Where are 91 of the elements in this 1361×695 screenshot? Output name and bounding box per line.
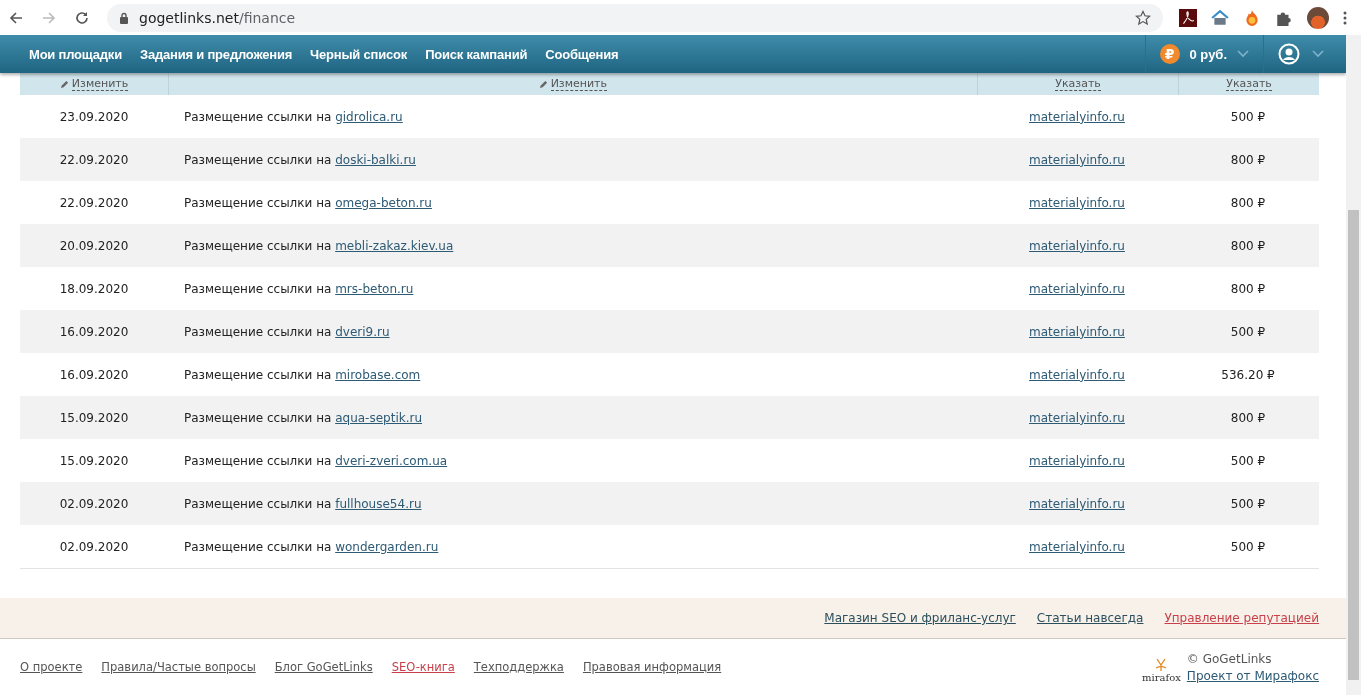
footer-link[interactable]: О проекте xyxy=(20,660,83,674)
platform-link[interactable]: materialyinfo.ru xyxy=(1029,410,1125,425)
edit-link[interactable]: Изменить xyxy=(550,77,607,91)
footer-link[interactable]: Техподдержка xyxy=(473,660,564,674)
copyright-text: © GoGetLinks xyxy=(1186,651,1273,666)
site-link[interactable]: dveri-zveri.com.ua xyxy=(335,453,448,468)
description-text: Размещение ссылки на xyxy=(184,324,332,339)
platform-link[interactable]: materialyinfo.ru xyxy=(1029,195,1125,210)
date-cell-text: 20.09.2020 xyxy=(58,238,130,253)
date-cell-text: 23.09.2020 xyxy=(58,109,130,124)
platform-link[interactable]: materialyinfo.ru xyxy=(1029,539,1125,554)
date-cell-text: 15.09.2020 xyxy=(58,453,130,468)
footer-link[interactable]: Правовая информация xyxy=(582,660,722,674)
ruble-icon: ₽ xyxy=(1159,44,1180,64)
footer-link[interactable]: SEO-книга xyxy=(391,660,455,674)
profile-avatar[interactable] xyxy=(1307,6,1329,29)
site-link[interactable]: aqua-septik.ru xyxy=(335,410,423,425)
platform-link[interactable]: materialyinfo.ru xyxy=(1029,496,1125,511)
amount-cell-text: 800 ₽ xyxy=(1229,281,1267,296)
site-link[interactable]: omega-beton.ru xyxy=(335,195,432,210)
site-link[interactable]: dveri9.ru xyxy=(335,324,390,339)
promo-link[interactable]: Управление репутацией xyxy=(1164,611,1319,625)
specify-link[interactable]: Указать xyxy=(1055,77,1101,91)
amount-cell-text: 500 ₽ xyxy=(1229,324,1267,339)
lock-icon xyxy=(119,11,129,24)
pencil-icon xyxy=(59,79,69,89)
platform-link[interactable]: materialyinfo.ru xyxy=(1029,109,1125,124)
site-link[interactable]: mebli-zakaz.kiev.ua xyxy=(335,238,454,253)
specify-link[interactable]: Указать xyxy=(1226,77,1272,91)
description-text: Размещение ссылки на xyxy=(184,453,332,468)
description-text: Размещение ссылки на xyxy=(184,109,332,124)
date-cell-text: 15.09.2020 xyxy=(58,410,130,425)
amount-cell-text: 536.20 ₽ xyxy=(1220,367,1276,382)
date-cell-text: 02.09.2020 xyxy=(58,496,130,511)
amount-cell-text: 500 ₽ xyxy=(1229,539,1267,554)
mirafox-link[interactable]: Проект от Мирафокс xyxy=(1186,668,1319,683)
site-link[interactable]: wondergarden.ru xyxy=(335,539,439,554)
menu-icon[interactable] xyxy=(1343,9,1347,26)
reload-icon[interactable] xyxy=(74,9,90,26)
platform-link[interactable]: materialyinfo.ru xyxy=(1029,152,1125,167)
user-icon[interactable] xyxy=(1278,43,1300,65)
pencil-icon xyxy=(538,79,548,89)
scrollbar[interactable] xyxy=(1346,35,1361,695)
pdf-icon[interactable] xyxy=(1179,8,1197,27)
site-link[interactable]: doski-balki.ru xyxy=(335,152,416,167)
address-bar[interactable]: gogetlinks.net/finance xyxy=(107,3,1163,32)
description-text: Размещение ссылки на xyxy=(184,195,332,210)
date-cell-text: 16.09.2020 xyxy=(58,367,130,382)
date-cell-text: 22.09.2020 xyxy=(58,152,130,167)
description-text: Размещение ссылки на xyxy=(184,152,332,167)
nav-item[interactable]: Сообщения xyxy=(536,46,628,62)
nav-item[interactable]: Задания и предложения xyxy=(130,46,302,62)
platform-link[interactable]: materialyinfo.ru xyxy=(1029,238,1125,253)
back-icon[interactable] xyxy=(8,9,24,26)
description-text: Размещение ссылки на xyxy=(184,281,332,296)
description-text: Размещение ссылки на xyxy=(184,539,332,554)
site-link[interactable]: gidrolica.ru xyxy=(335,109,403,124)
amount-cell-text: 500 ₽ xyxy=(1229,453,1267,468)
house-icon[interactable] xyxy=(1211,8,1229,27)
description-text: Размещение ссылки на xyxy=(184,410,332,425)
date-cell-text: 18.09.2020 xyxy=(58,281,130,296)
amount-cell-text: 500 ₽ xyxy=(1229,496,1267,511)
nav-item[interactable]: Мои площадки xyxy=(20,46,131,62)
nav-item[interactable]: Поиск кампаний xyxy=(416,46,537,62)
platform-link[interactable]: materialyinfo.ru xyxy=(1029,453,1125,468)
footer-link[interactable]: Блог GoGetLinks xyxy=(274,660,373,674)
footer-link[interactable]: Правила/Частые вопросы xyxy=(101,660,256,674)
date-cell-text: 22.09.2020 xyxy=(58,195,130,210)
platform-link[interactable]: materialyinfo.ru xyxy=(1029,324,1125,339)
amount-cell-text: 800 ₽ xyxy=(1229,152,1267,167)
date-cell-text: 16.09.2020 xyxy=(58,324,130,339)
site-link[interactable]: mrs-beton.ru xyxy=(335,281,414,296)
description-text: Размещение ссылки на xyxy=(184,496,332,511)
amount-cell-text: 800 ₽ xyxy=(1229,195,1267,210)
promo-link[interactable]: Магазин SEO и фриланс-услуг xyxy=(824,611,1016,625)
amount-cell-text: 800 ₽ xyxy=(1229,238,1267,253)
mirafox-logo: mirafox xyxy=(1142,657,1181,683)
site-link[interactable]: mirobase.com xyxy=(335,367,421,382)
star-icon[interactable] xyxy=(1135,9,1151,26)
platform-link[interactable]: materialyinfo.ru xyxy=(1029,367,1125,382)
description-text: Размещение ссылки на xyxy=(184,238,332,253)
amount-cell-text: 500 ₽ xyxy=(1229,109,1267,124)
balance-amount[interactable]: 0 руб. xyxy=(1189,46,1227,62)
description-text: Размещение ссылки на xyxy=(184,367,332,382)
nav-item[interactable]: Черный список xyxy=(301,46,417,62)
edit-link[interactable]: Изменить xyxy=(71,77,129,91)
amount-cell-text: 800 ₽ xyxy=(1229,410,1267,425)
site-link[interactable]: fullhouse54.ru xyxy=(335,496,422,511)
date-cell-text: 02.09.2020 xyxy=(58,539,130,554)
platform-link[interactable]: materialyinfo.ru xyxy=(1029,281,1125,296)
promo-link[interactable]: Статьи навсегда xyxy=(1036,611,1144,625)
